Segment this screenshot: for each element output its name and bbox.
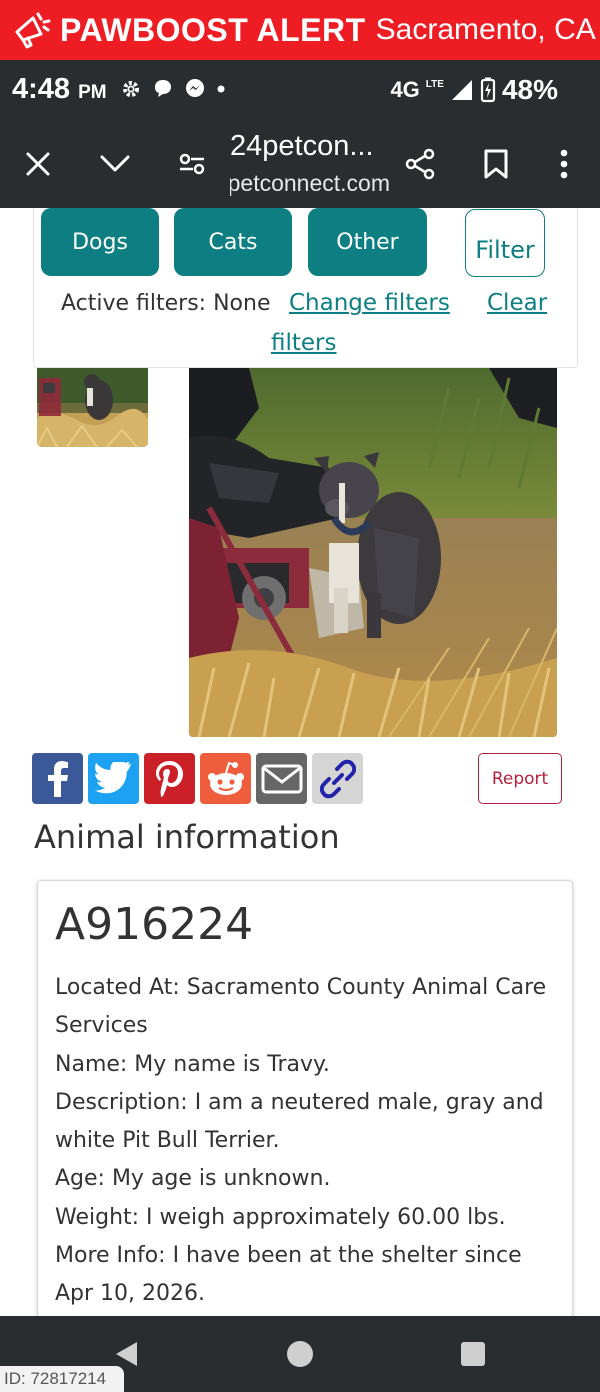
more-vert-icon[interactable] — [542, 142, 586, 186]
filter-panel: Dogs Cats Other Filter Active filters: N… — [33, 208, 578, 368]
notification-icons — [120, 78, 226, 100]
url-domain[interactable]: 24petconnect.com — [230, 170, 390, 197]
animal-details: Located At: Sacramento County Animal Car… — [55, 969, 555, 1314]
copy-link-button[interactable] — [312, 753, 363, 804]
url-title[interactable]: 24petcon... — [230, 130, 374, 163]
filter-button[interactable]: Filter — [465, 209, 545, 277]
page-info-icon[interactable] — [170, 142, 214, 186]
share-icon[interactable] — [398, 142, 442, 186]
pinterest-icon — [155, 760, 183, 797]
animal-more-info: More Info: I have been at the shelter si… — [55, 1243, 522, 1307]
home-icon[interactable] — [286, 1340, 314, 1368]
animal-photo[interactable] — [189, 368, 557, 737]
browser-toolbar: 24petcon... 24petconnect.com — [0, 120, 600, 208]
twitter-share-button[interactable] — [88, 753, 139, 804]
twitter-icon — [94, 761, 131, 793]
recents-icon[interactable] — [460, 1341, 486, 1367]
battery-icon — [480, 77, 496, 103]
animal-weight: Weight: I weigh approximately 60.00 lbs. — [55, 1204, 506, 1230]
chat-bubble-icon — [155, 80, 171, 97]
animal-info-heading: Animal information — [34, 818, 340, 856]
photo-thumbnail[interactable] — [37, 368, 148, 447]
reddit-share-button[interactable] — [200, 753, 251, 804]
status-bar: 4:48 PM 4G LTE 48% — [0, 60, 600, 120]
time-value: 4:48 — [12, 73, 71, 105]
megaphone-icon — [8, 7, 54, 53]
chevron-down-icon[interactable] — [93, 142, 137, 186]
report-button[interactable]: Report — [478, 753, 562, 804]
clear-filters-link[interactable]: Clear — [487, 290, 547, 316]
facebook-share-button[interactable] — [32, 753, 83, 804]
gear-icon — [123, 81, 139, 97]
alert-location: Sacramento, CA — [375, 13, 596, 46]
animal-name: Name: My name is Travy. — [55, 1051, 330, 1077]
battery-level: 48% — [501, 74, 558, 105]
status-right: 4G LTE 48% — [390, 74, 558, 106]
back-icon[interactable] — [113, 1340, 141, 1368]
network-sub: LTE — [425, 78, 444, 90]
tab-dogs[interactable]: Dogs — [41, 208, 159, 276]
close-icon[interactable] — [16, 142, 60, 186]
signal-icon — [451, 80, 472, 100]
facebook-icon — [47, 760, 68, 797]
animal-age: Age: My age is unknown. — [55, 1166, 331, 1192]
tab-cats[interactable]: Cats — [174, 208, 292, 276]
network-type: 4G — [390, 77, 420, 102]
dot-icon — [217, 85, 225, 93]
time-ampm: PM — [78, 82, 107, 103]
messenger-icon — [186, 79, 204, 97]
animal-id: A916224 — [55, 899, 254, 950]
clear-filters-link-cont[interactable]: filters — [271, 330, 337, 356]
animal-description: Description: I am a neutered male, gray … — [55, 1089, 544, 1154]
pawboost-brand: PAWBOOST ALERT — [60, 11, 366, 48]
animal-info-card: A916224 Located At: Sacramento County An… — [37, 880, 573, 1320]
link-icon — [319, 759, 356, 798]
located-at: Located At: Sacramento County Animal Car… — [55, 975, 547, 1039]
pawboost-banner: PAWBOOST ALERT Sacramento, CA — [0, 0, 600, 60]
email-share-button[interactable] — [256, 753, 307, 804]
active-filters-text: Active filters: None — [61, 291, 271, 316]
status-time: 4:48 PM — [12, 73, 107, 106]
change-filters-link[interactable]: Change filters — [289, 290, 450, 316]
bookmark-icon[interactable] — [474, 142, 518, 186]
image-id-tag: ID: 72817214 — [0, 1366, 125, 1392]
tab-other[interactable]: Other — [308, 208, 427, 276]
reddit-icon — [207, 761, 244, 795]
pinterest-share-button[interactable] — [144, 753, 195, 804]
email-icon — [261, 764, 302, 793]
